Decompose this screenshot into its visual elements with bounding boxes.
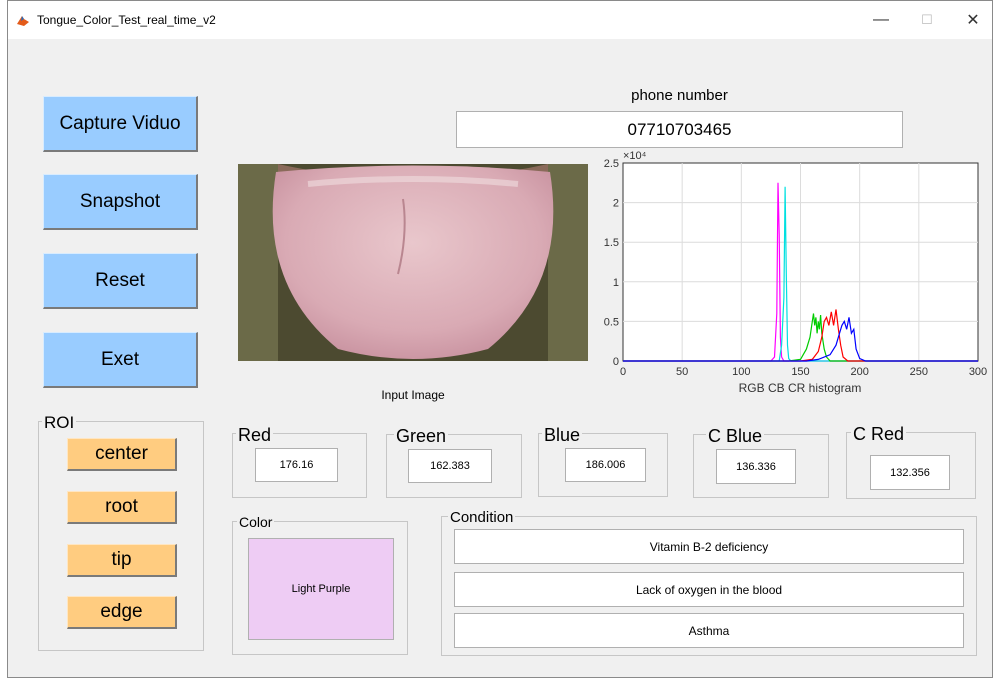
- roi-center-button[interactable]: center: [67, 438, 177, 471]
- minimize-button[interactable]: —: [858, 6, 904, 34]
- maximize-icon: ☐: [921, 12, 933, 27]
- x-tick-label: 0: [620, 366, 626, 378]
- phone-number-label: phone number: [631, 87, 728, 104]
- input-image: [238, 164, 588, 361]
- y-ticks: 0 0.5 1 1.5 2 2.5: [604, 158, 619, 368]
- cred-label: C Red: [851, 424, 907, 445]
- red-label: Red: [236, 425, 274, 446]
- close-button[interactable]: ✕: [950, 6, 993, 34]
- color-swatch: Light Purple: [248, 538, 394, 640]
- condition-title: Condition: [448, 509, 516, 526]
- condition-item-1[interactable]: Vitamin B-2 deficiency: [454, 529, 964, 564]
- app-window: Tongue_Color_Test_real_time_v2 — ☐ ✕ Cap…: [7, 0, 993, 678]
- window-title: Tongue_Color_Test_real_time_v2: [37, 13, 216, 27]
- x-tick-label: 50: [676, 366, 688, 378]
- y-tick-label: 1.5: [604, 237, 619, 249]
- tongue-image: [238, 164, 588, 361]
- x-tick-label: 300: [969, 366, 987, 378]
- y-tick-label: 2: [613, 198, 619, 210]
- maximize-button[interactable]: ☐: [904, 6, 950, 34]
- color-title: Color: [237, 514, 275, 530]
- title-bar: Tongue_Color_Test_real_time_v2 — ☐ ✕: [8, 1, 992, 39]
- x-axis-label: RGB CB CR histogram: [739, 381, 862, 395]
- condition-item-2[interactable]: Lack of oxygen in the blood: [454, 572, 964, 607]
- snapshot-button[interactable]: Snapshot: [43, 174, 198, 230]
- y-tick-label: 2.5: [604, 158, 619, 170]
- x-tick-label: 250: [910, 366, 928, 378]
- cblue-value[interactable]: 136.336: [716, 449, 796, 484]
- reset-button[interactable]: Reset: [43, 253, 198, 309]
- matlab-icon: [17, 16, 29, 26]
- exit-button[interactable]: Exet: [43, 332, 198, 388]
- phone-number-field[interactable]: 07710703465: [456, 111, 903, 148]
- histogram-chart: 0 50 100 150 200 250 300 0 0.5 1 1.5 2 2.5 ×10⁴ RGB…: [604, 150, 987, 395]
- input-image-label: Input Image: [381, 388, 445, 402]
- roi-title: ROI: [42, 413, 77, 433]
- minimize-icon: —: [873, 11, 889, 28]
- roi-root-button[interactable]: root: [67, 491, 177, 524]
- x-tick-label: 150: [791, 366, 809, 378]
- green-label: Green: [394, 426, 449, 447]
- close-icon: ✕: [966, 12, 980, 29]
- y-tick-label: 0: [613, 356, 619, 368]
- exponent-label: ×10⁴: [623, 150, 647, 162]
- x-ticks: 0 50 100 150 200 250 300: [620, 366, 987, 378]
- y-tick-label: 1: [613, 277, 619, 289]
- blue-value[interactable]: 186.006: [565, 448, 646, 482]
- x-tick-label: 100: [732, 366, 750, 378]
- capture-video-button[interactable]: Capture Viduo: [43, 96, 198, 152]
- blue-label: Blue: [542, 425, 583, 446]
- condition-item-3[interactable]: Asthma: [454, 613, 964, 648]
- cred-value[interactable]: 132.356: [870, 455, 950, 490]
- roi-edge-button[interactable]: edge: [67, 596, 177, 629]
- roi-tip-button[interactable]: tip: [67, 544, 177, 577]
- green-value[interactable]: 162.383: [408, 449, 492, 483]
- cblue-label: C Blue: [706, 426, 765, 447]
- y-tick-label: 0.5: [604, 316, 619, 328]
- red-value[interactable]: 176.16: [255, 448, 338, 482]
- x-tick-label: 200: [850, 366, 868, 378]
